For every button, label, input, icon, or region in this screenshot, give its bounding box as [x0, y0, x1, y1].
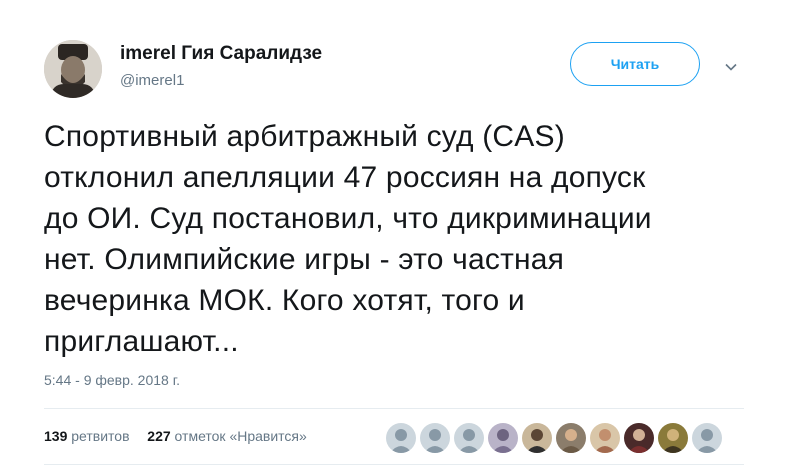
- tweet-text-line: Спортивный арбитражный суд (CAS): [44, 120, 565, 153]
- user-photo-avatar: [590, 423, 620, 453]
- liker-avatar[interactable]: [588, 421, 622, 455]
- liker-avatar[interactable]: [384, 421, 418, 455]
- author-handle[interactable]: @imerel1: [120, 72, 184, 89]
- likes-stat[interactable]: 227 отметок «Нравится»: [147, 428, 307, 444]
- author-display-name[interactable]: imerel Гия Саралидзе: [120, 43, 322, 64]
- tweet-timestamp[interactable]: 5:44 - 9 февр. 2018 г.: [44, 372, 180, 388]
- liker-avatar[interactable]: [622, 421, 656, 455]
- tweet-text: Спортивный арбитражный суд (CAS) отклони…: [44, 116, 744, 362]
- tweet-text-line: нет. Олимпийские игры - это частная: [44, 243, 565, 276]
- user-photo-avatar: [522, 423, 552, 453]
- liker-avatar[interactable]: [656, 421, 690, 455]
- author-name-line: imerel Гия Саралидзе: [120, 43, 322, 65]
- follow-button[interactable]: Читать: [570, 42, 700, 86]
- retweets-label: ретвитов: [71, 428, 130, 444]
- retweets-count: 139: [44, 428, 68, 444]
- liker-avatar[interactable]: [452, 421, 486, 455]
- more-options-caret[interactable]: [720, 56, 742, 78]
- liker-avatar[interactable]: [690, 421, 724, 455]
- author-avatar[interactable]: [44, 40, 102, 98]
- chevron-down-icon: [725, 63, 737, 71]
- tweet-text-line: приглашают...: [44, 325, 239, 358]
- liker-avatar[interactable]: [486, 421, 520, 455]
- user-photo-avatar: [624, 423, 654, 453]
- retweets-stat[interactable]: 139 ретвитов: [44, 428, 133, 444]
- profile-photo-icon: [44, 40, 102, 98]
- user-photo-avatar: [658, 423, 688, 453]
- default-avatar-icon: [454, 423, 484, 453]
- divider-bottom: [44, 464, 744, 465]
- default-avatar-icon: [420, 423, 450, 453]
- tweet-header: imerel Гия Саралидзе @imerel1 Читать: [0, 0, 792, 110]
- default-avatar-icon: [692, 423, 722, 453]
- divider-top: [44, 408, 744, 409]
- default-avatar-icon: [386, 423, 416, 453]
- likes-count: 227: [147, 428, 171, 444]
- tweet-text-line: до ОИ. Суд постановил, что дикриминации: [44, 202, 652, 235]
- likes-label: отметок «Нравится»: [174, 428, 307, 444]
- liker-avatar[interactable]: [554, 421, 588, 455]
- tweet-text-line: вечеринка МОК. Кого хотят, того и: [44, 284, 525, 317]
- liker-avatar[interactable]: [418, 421, 452, 455]
- user-photo-avatar: [488, 423, 518, 453]
- tweet-text-line: отклонил апелляции 47 россиян на допуск: [44, 161, 646, 194]
- user-photo-avatar: [556, 423, 586, 453]
- liker-avatar[interactable]: [520, 421, 554, 455]
- tweet-stats: 139 ретвитов 227 отметок «Нравится»: [44, 428, 307, 444]
